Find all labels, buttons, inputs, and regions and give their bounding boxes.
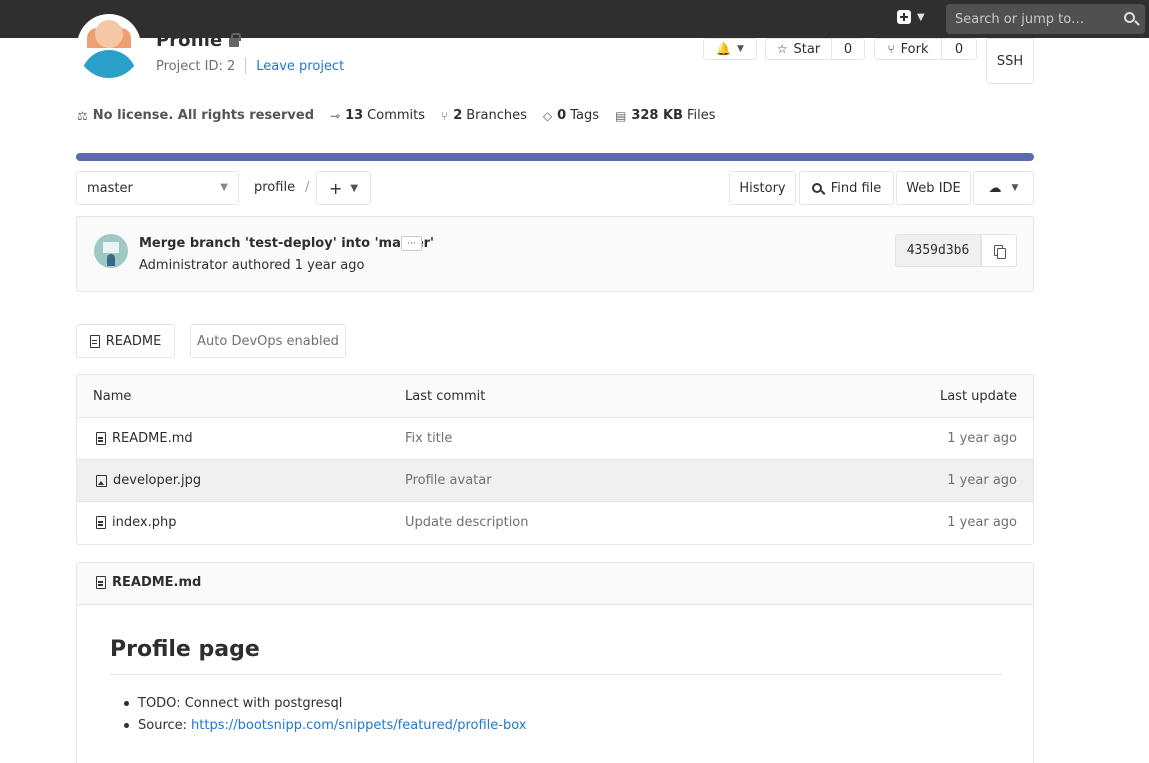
file-icon: ▤ — [614, 108, 627, 123]
column-header-name: Name — [93, 389, 132, 404]
auto-devops-button[interactable]: Auto DevOps enabled — [190, 324, 346, 358]
source-link[interactable]: https://bootsnipp.com/snippets/featured/… — [191, 718, 526, 733]
image-file-icon — [96, 474, 107, 487]
fork-count[interactable]: 0 — [942, 38, 977, 60]
list-item: Source: https://bootsnipp.com/snippets/fe… — [124, 714, 527, 736]
file-updated: 1 year ago — [947, 431, 1017, 446]
project-avatar — [77, 14, 141, 78]
branches-link[interactable]: ⑂ 2 Branches — [441, 108, 527, 123]
plus-square-icon — [897, 10, 911, 24]
column-header-last-commit: Last commit — [405, 389, 486, 404]
leave-project-link[interactable]: Leave project — [256, 59, 344, 74]
fork-label: Fork — [900, 41, 929, 57]
star-label: Star — [793, 41, 821, 57]
readme-button[interactable]: README — [76, 324, 175, 358]
repository-language-bar — [76, 153, 1034, 161]
file-icon — [96, 516, 106, 529]
file-commit-message[interactable]: Update description — [405, 515, 529, 530]
find-file-button[interactable]: Find file — [799, 171, 894, 205]
branch-icon: ⑂ — [441, 108, 449, 123]
breadcrumb-separator: / — [305, 180, 310, 195]
file-commit-message[interactable]: Fix title — [405, 431, 452, 446]
license-info: ⚖ No license. All rights reserved — [77, 108, 315, 123]
history-button[interactable]: History — [729, 171, 796, 205]
new-dropdown-button[interactable]: ▼ — [897, 10, 925, 24]
bell-icon: 🔔 — [716, 42, 732, 56]
table-row[interactable]: index.php Update description 1 year ago — [77, 502, 1033, 544]
scale-icon: ⚖ — [77, 108, 88, 123]
last-commit-panel: Merge branch 'test-deploy' into 'master'… — [76, 216, 1034, 292]
star-icon: ☆ — [776, 42, 788, 56]
project-id: Project ID: 2 — [156, 58, 236, 74]
star-count[interactable]: 0 — [832, 38, 865, 60]
table-row[interactable]: README.md Fix title 1 year ago — [77, 418, 1033, 460]
notification-button[interactable]: 🔔 ▼ — [703, 38, 757, 60]
author-avatar[interactable] — [94, 234, 128, 268]
file-updated: 1 year ago — [947, 515, 1017, 530]
branch-select[interactable]: master ▼ — [76, 171, 239, 205]
file-name[interactable]: index.php — [112, 515, 176, 530]
chevron-down-icon: ▼ — [350, 182, 359, 194]
web-ide-button[interactable]: Web IDE — [896, 171, 971, 205]
commits-link[interactable]: ⊸ 13 Commits — [330, 108, 425, 123]
search-icon — [811, 183, 822, 193]
file-tree-table: Name Last commit Last update README.md F… — [76, 374, 1034, 545]
star-button[interactable]: ☆ Star — [765, 38, 832, 60]
readme-panel: README.md Profile page TODO: Connect wit… — [76, 562, 1034, 763]
file-name[interactable]: README.md — [112, 431, 193, 446]
file-icon — [96, 432, 106, 445]
copy-icon — [994, 245, 1006, 259]
download-button[interactable]: ☁ ▼ — [973, 171, 1034, 205]
project-title: Profile — [156, 30, 223, 51]
chevron-down-icon: ▼ — [1011, 183, 1019, 193]
chevron-down-icon: ▼ — [220, 182, 228, 193]
file-icon — [89, 334, 100, 348]
commit-description-toggle[interactable]: ··· — [401, 236, 422, 251]
chevron-down-icon: ▼ — [917, 11, 925, 23]
file-icon — [96, 576, 106, 589]
divider — [110, 674, 1002, 675]
search-icon[interactable] — [1124, 12, 1135, 23]
lock-icon — [229, 33, 241, 47]
tags-link[interactable]: ◇ 0 Tags — [543, 108, 599, 123]
ssh-button[interactable]: SSH — [986, 38, 1034, 84]
project-meta: Project ID: 2 Leave project — [156, 58, 344, 74]
copy-sha-button[interactable] — [981, 234, 1017, 267]
column-header-last-update: Last update — [939, 389, 1017, 404]
fork-icon: ⑂ — [887, 42, 895, 56]
list-item: TODO: Connect with postgresql — [124, 692, 527, 714]
table-header: Name Last commit Last update — [77, 375, 1033, 418]
search-box[interactable] — [946, 4, 1145, 34]
breadcrumb[interactable]: profile — [254, 180, 295, 195]
commit-title[interactable]: Merge branch 'test-deploy' into 'master' — [139, 236, 434, 251]
file-updated: 1 year ago — [947, 473, 1017, 488]
table-row[interactable]: developer.jpg Profile avatar 1 year ago — [77, 460, 1033, 502]
files-link[interactable]: ▤ 328 KB Files — [615, 108, 716, 123]
project-stats: ⚖ No license. All rights reserved ⊸ 13 C… — [77, 108, 732, 123]
chevron-down-icon: ▼ — [737, 44, 744, 54]
readme-header: README.md — [77, 563, 1033, 605]
commit-sha[interactable]: 4359d3b6 — [895, 234, 981, 267]
readme-filename[interactable]: README.md — [112, 575, 201, 590]
fork-button[interactable]: ⑂ Fork — [874, 38, 942, 60]
commit-icon: ⊸ — [330, 108, 341, 123]
readme-list: TODO: Connect with postgresql Source: htt… — [124, 692, 527, 736]
cloud-download-icon: ☁ — [988, 180, 1002, 196]
plus-icon: + — [328, 178, 343, 198]
file-name[interactable]: developer.jpg — [113, 473, 201, 488]
add-to-tree-button[interactable]: + ▼ — [316, 171, 371, 205]
file-commit-message[interactable]: Profile avatar — [405, 473, 492, 488]
readme-heading: Profile page — [110, 637, 260, 662]
commit-author-line: Administrator authored 1 year ago — [139, 258, 365, 273]
search-input[interactable] — [946, 4, 1116, 34]
language-bar-fill — [76, 153, 1034, 161]
tag-icon: ◇ — [542, 108, 553, 123]
